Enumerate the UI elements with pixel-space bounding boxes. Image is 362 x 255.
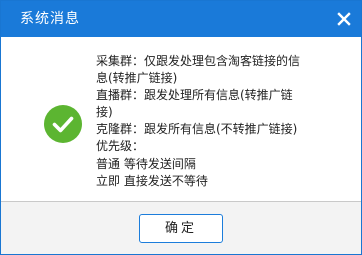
message-line: 息(转推广链接) [96,71,178,86]
dialog-titlebar: 系统消息 [1,1,361,37]
dialog-footer: 确定 [1,202,361,254]
message-line: 普通 等待发送间隔 [96,156,196,171]
dialog-body: 采集群：仅跟发处理包含淘客链接的信 息(转推广链接) 直播群：跟发处理所有信息(… [1,37,361,201]
message-line: 直播群：跟发处理所有信息(转推广链 [96,88,293,103]
ok-button[interactable]: 确定 [139,214,223,243]
check-circle-icon [44,105,82,143]
message-line: 立即 直接发送不等待 [96,173,208,188]
message-line: 采集群：仅跟发处理包含淘客链接的信 [96,54,301,68]
message-line: 克隆群：跟发所有信息(不转推广链接) [96,122,298,137]
dialog-title: 系统消息 [20,11,80,27]
system-message-dialog: 系统消息 采集群：仅跟发处理包含淘客链接的信 息(转推广链接) 直播群：跟发处理… [0,0,362,255]
close-button[interactable] [333,8,355,30]
close-icon [337,12,351,26]
message-line: 优先级： [96,139,145,154]
message-line: 接) [96,105,113,120]
message-text: 采集群：仅跟发处理包含淘客链接的信 息(转推广链接) 直播群：跟发处理所有信息(… [96,53,326,190]
